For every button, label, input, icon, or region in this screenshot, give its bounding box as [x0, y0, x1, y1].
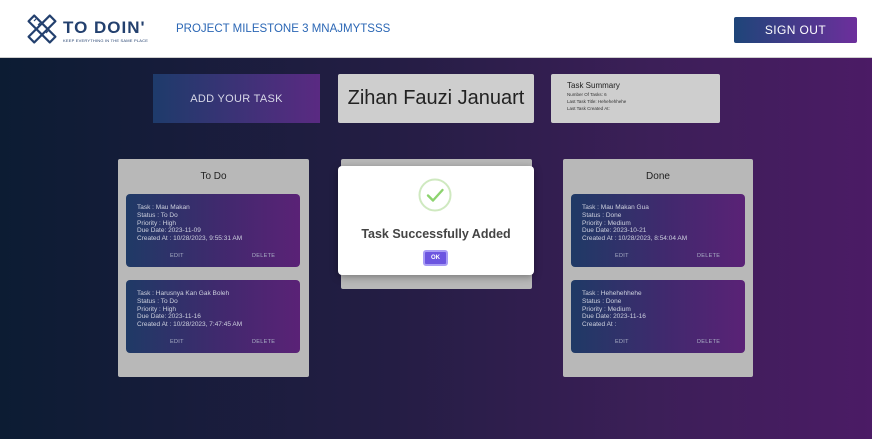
card-actions: EDIT DELETE [571, 253, 745, 261]
task-field: Priority : High [137, 219, 177, 227]
app-header: TO DOIN' KEEP EVERYTHING IN THE SAME PLA… [0, 0, 872, 58]
logo-title: TO DOIN' [63, 18, 146, 37]
edit-button[interactable]: EDIT [615, 253, 629, 259]
card-actions: EDIT DELETE [126, 339, 300, 347]
edit-button[interactable]: EDIT [170, 339, 184, 345]
success-modal: Task Successfully Added OK [338, 166, 534, 275]
edit-button[interactable]: EDIT [615, 339, 629, 345]
task-field: Due Date: 2023-10-21 [582, 227, 647, 235]
summary-line: Number Of Tasks: 6 [567, 92, 607, 97]
modal-title: Task Successfully Added [361, 227, 511, 241]
task-field: Created At : 10/28/2023, 9:55:31 AM [137, 235, 243, 243]
task-summary-panel: Task Summary Number Of Tasks: 6 Last Tas… [551, 74, 720, 123]
check-circle-icon [418, 178, 452, 212]
delete-button[interactable]: DELETE [697, 253, 720, 259]
task-field: Status : To Do [137, 297, 178, 305]
app-logo[interactable]: TO DOIN' KEEP EVERYTHING IN THE SAME PLA… [25, 12, 150, 50]
summary-line: Last Task Title: Hehehehhehe [567, 99, 627, 104]
task-field: Task : Mau Makan [137, 204, 190, 211]
task-field: Priority : Medium [582, 305, 631, 313]
card-actions: EDIT DELETE [571, 339, 745, 347]
task-field: Created At : 10/28/2023, 7:47:45 AM [137, 321, 243, 329]
task-field: Task : Harusnya Kan Gak Boleh [137, 290, 230, 297]
task-field: Status : Done [582, 297, 622, 305]
sign-out-button[interactable]: SIGN OUT [734, 17, 857, 43]
task-card: Task : Mau Makan Gua Status : Done Prior… [571, 194, 745, 267]
column-title: Done [646, 171, 670, 182]
task-card: Task : Harusnya Kan Gak Boleh Status : T… [126, 280, 300, 353]
delete-button[interactable]: DELETE [252, 339, 275, 345]
ruler-pencil-icon [27, 14, 57, 44]
column-title: To Do [200, 171, 227, 182]
task-field: Created At : 10/28/2023, 8:54:04 AM [582, 235, 688, 243]
task-field: Status : To Do [137, 211, 178, 219]
ok-button[interactable]: OK [423, 250, 448, 266]
column-todo: To Do Task : Mau Makan Status : To Do Pr… [118, 159, 309, 377]
project-title[interactable]: PROJECT MILESTONE 3 MNAJMYTSSS [176, 23, 390, 35]
column-done: Done Task : Mau Makan Gua Status : Done … [563, 159, 753, 377]
task-field: Priority : Medium [582, 219, 631, 227]
summary-title: Task Summary [567, 81, 620, 90]
user-name-display: Zihan Fauzi Januart [338, 74, 534, 123]
task-field: Task : Hehehehhehe [582, 290, 642, 297]
logo-tagline: KEEP EVERYTHING IN THE SAME PLACE [63, 38, 149, 43]
task-field: Due Date: 2023-11-09 [137, 227, 201, 235]
task-field: Status : Done [582, 211, 622, 219]
card-actions: EDIT DELETE [126, 253, 300, 261]
task-board: ADD YOUR TASK Zihan Fauzi Januart Task S… [0, 58, 872, 439]
task-field: Due Date: 2023-11-16 [137, 313, 201, 321]
task-field: Priority : High [137, 305, 177, 313]
task-field: Due Date: 2023-11-16 [582, 313, 646, 321]
delete-button[interactable]: DELETE [252, 253, 275, 259]
edit-button[interactable]: EDIT [170, 253, 184, 259]
task-field: Task : Mau Makan Gua [582, 204, 649, 211]
task-card: Task : Mau Makan Status : To Do Priority… [126, 194, 300, 267]
delete-button[interactable]: DELETE [697, 339, 720, 345]
task-card: Task : Hehehehhehe Status : Done Priorit… [571, 280, 745, 353]
add-task-button[interactable]: ADD YOUR TASK [153, 74, 320, 123]
summary-line: Last Task Created At: [567, 106, 610, 111]
task-field: Created At : [582, 321, 617, 329]
